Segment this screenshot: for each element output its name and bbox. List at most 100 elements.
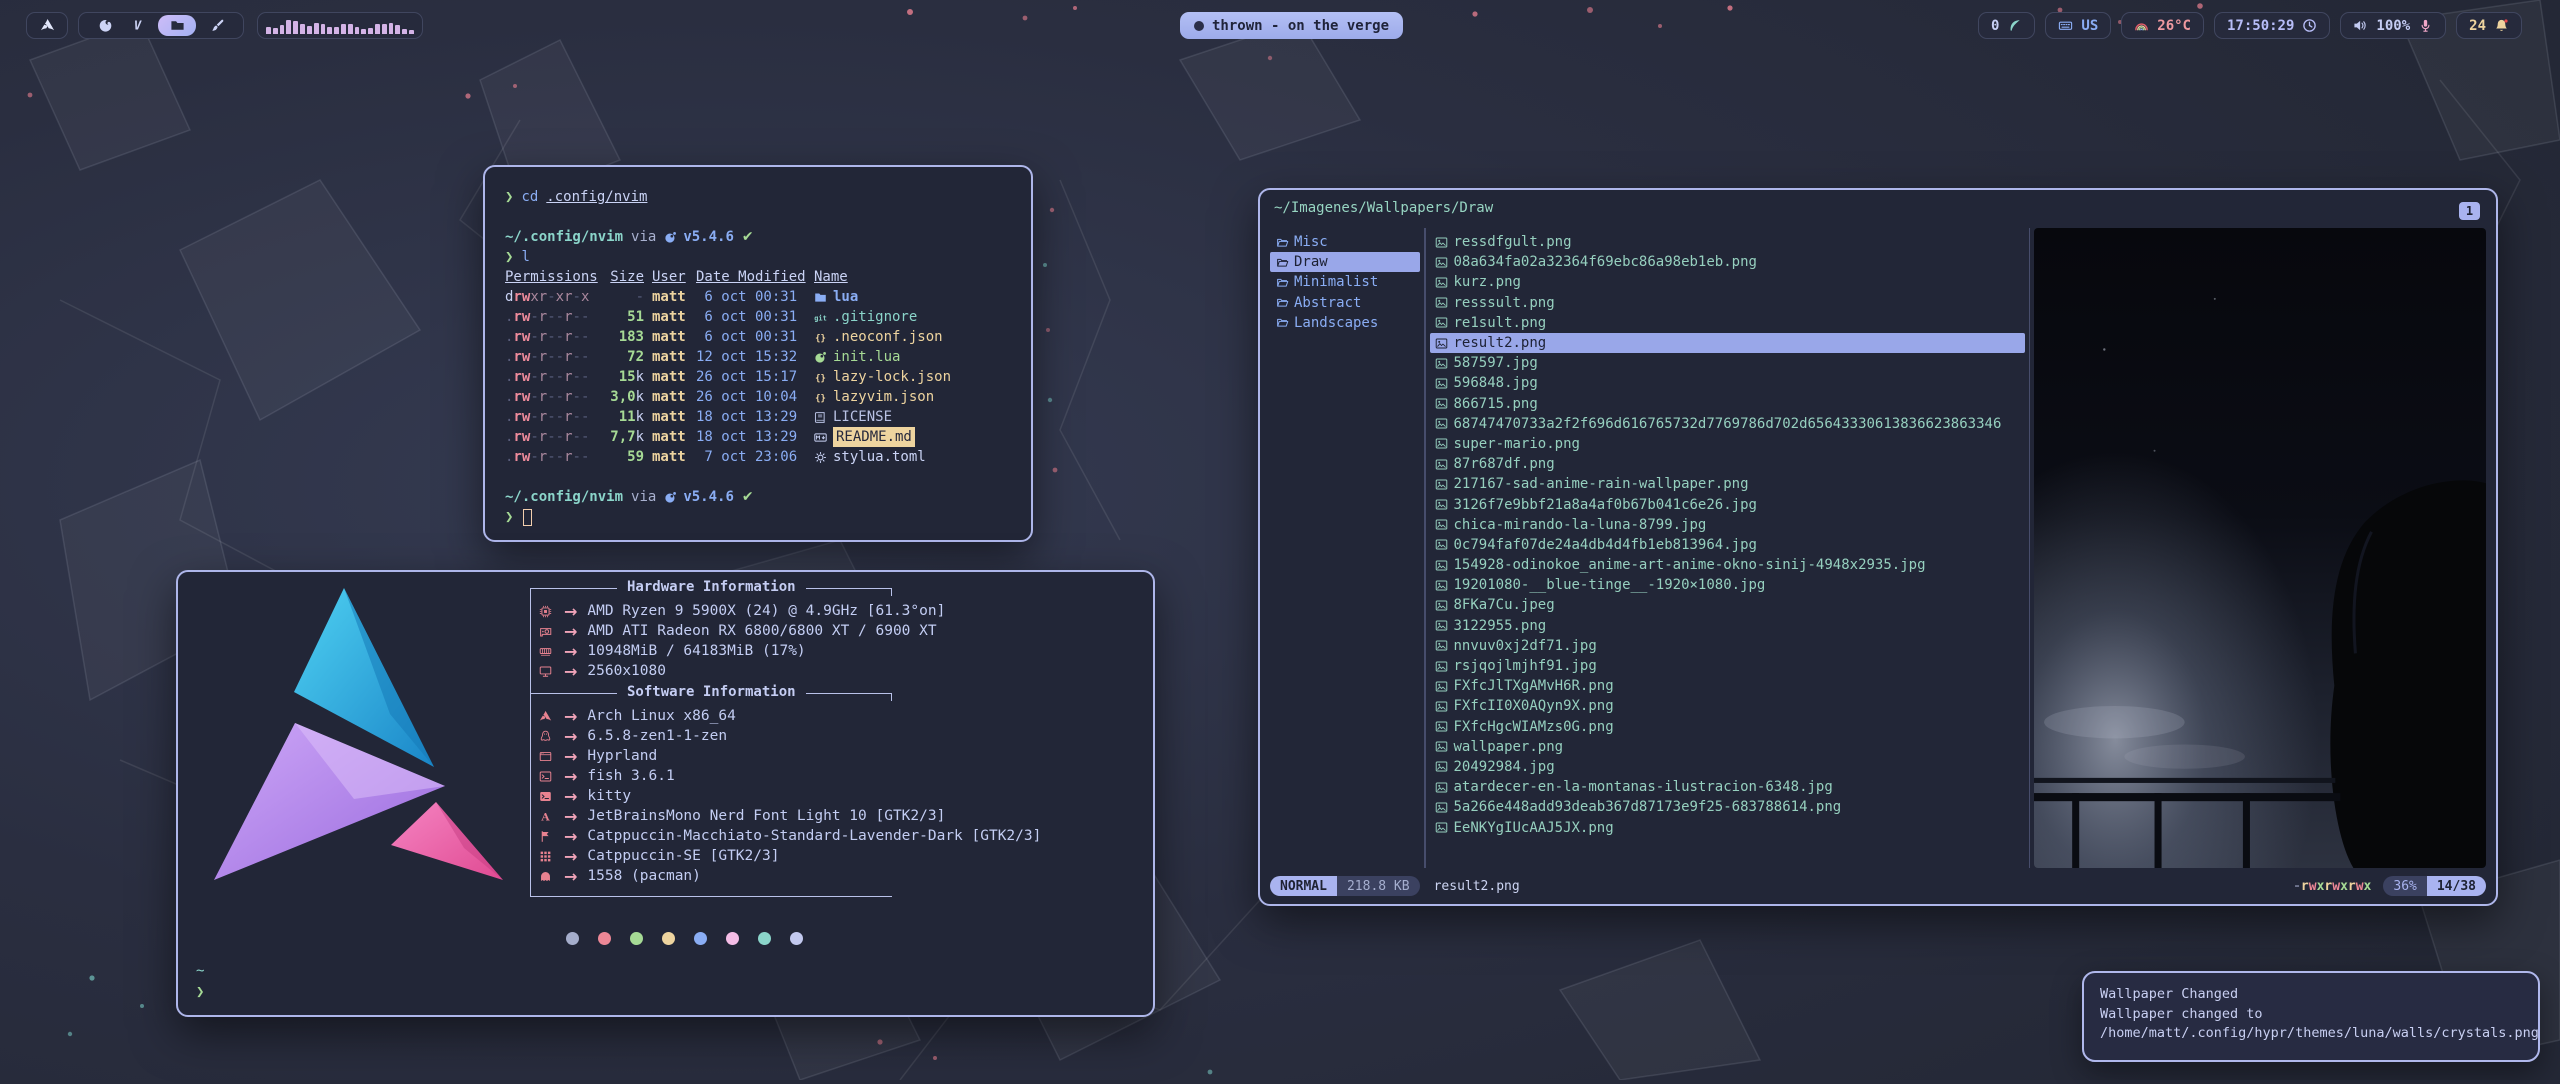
file-list: ressdfgult.png08a634fa02a32364f69ebc86a9… <box>1430 228 2025 868</box>
file-row[interactable]: 866715.png <box>1430 394 2025 414</box>
file-row[interactable]: kurz.png <box>1430 272 2025 292</box>
file-row[interactable]: wallpaper.png <box>1430 737 2025 757</box>
palette-dot <box>758 932 771 945</box>
image-icon <box>1435 801 1448 814</box>
tab-badge[interactable]: 1 <box>2459 202 2480 220</box>
notification-toast[interactable]: Wallpaper Changed Wallpaper changed to /… <box>2082 971 2540 1062</box>
mode-indicator: NORMAL <box>1270 876 1337 896</box>
file-row[interactable]: 217167-sad-anime-rain-wallpaper.png <box>1430 474 2025 494</box>
svg-text:{}: {} <box>815 333 826 343</box>
software-section-title: Software Information <box>617 684 806 700</box>
file-row[interactable]: rsjqojlmjhf91.jpg <box>1430 656 2025 676</box>
file-row[interactable]: 0c794faf07de24a4db4d4fb1eb813964.jpg <box>1430 535 2025 555</box>
listing-row: .rw-r--r--59matt 7 oct 23:06stylua.toml <box>505 447 1011 467</box>
microphone-icon <box>2418 18 2433 33</box>
sidebar-dir-abstract[interactable]: Abstract <box>1270 293 1420 313</box>
file-row[interactable]: result2.png <box>1430 333 2025 353</box>
file-row[interactable]: 19201080-__blue-tinge__-1920×1080.jpg <box>1430 575 2025 595</box>
fetch-info-row: →Catppuccin-Macchiato-Standard-Lavender-… <box>531 826 892 846</box>
workspace-brush[interactable] <box>206 15 228 37</box>
app-launcher-button[interactable] <box>26 12 68 39</box>
workspace-firefox[interactable] <box>94 15 116 37</box>
terminal-prompt[interactable]: ❯ <box>505 507 1011 527</box>
fetch-info-row: →1558 (pacman) <box>531 866 892 886</box>
gear-icon <box>814 451 827 464</box>
active-window-title[interactable]: thrown - on the verge <box>1180 12 1403 39</box>
listing-row: .rw-r--r--15kmatt26 oct 15:17{}lazy-lock… <box>505 367 1011 387</box>
svg-text:{}: {} <box>815 393 826 403</box>
keyboard-module[interactable]: US <box>2045 12 2111 39</box>
arrow-icon: → <box>564 847 577 866</box>
keyboard-value: US <box>2081 18 2098 34</box>
file-row[interactable]: re1sult.png <box>1430 313 2025 333</box>
notifications-module[interactable]: 24 <box>2456 12 2522 39</box>
listing-row: drwxr-xr-x-matt 6 oct 00:31lua <box>505 287 1011 307</box>
weather-value: 26°C <box>2157 18 2191 34</box>
visualizer-bar <box>348 24 353 34</box>
arrow-icon: → <box>564 707 577 726</box>
breadcrumb-path: ~/Imagenes/Wallpapers/Draw <box>1274 200 1493 216</box>
terminal-window[interactable]: ❯cd.config/nvim ~/.config/nvimviav5.4.6✔… <box>483 165 1033 542</box>
image-icon <box>1435 357 1448 370</box>
file-row[interactable]: resssult.png <box>1430 293 2025 313</box>
file-row[interactable]: 154928-odinokoe_anime-art-anime-okno-sin… <box>1430 555 2025 575</box>
tux-icon <box>539 730 552 743</box>
visualizer-bar <box>286 20 291 34</box>
file-row[interactable]: 68747470733a2f2f696d616765732d7769786d70… <box>1430 414 2025 434</box>
visualizer-bar <box>334 27 339 34</box>
system-fetch-window[interactable]: Hardware Information →AMD Ryzen 9 5900X … <box>176 570 1155 1017</box>
fetch-shell-prompt[interactable]: ~ ❯ <box>196 961 204 1003</box>
file-row[interactable]: 596848.jpg <box>1430 373 2025 393</box>
file-row[interactable]: FXfcII0X0AQyn9X.png <box>1430 696 2025 716</box>
sidebar-dir-misc[interactable]: Misc <box>1270 232 1420 252</box>
image-icon <box>1435 760 1448 773</box>
file-row[interactable]: atardecer-en-la-montanas-ilustracion-634… <box>1430 777 2025 797</box>
json-icon: {} <box>814 371 827 384</box>
arrow-icon: → <box>564 747 577 766</box>
image-icon <box>1435 700 1448 713</box>
file-row[interactable]: ressdfgult.png <box>1430 232 2025 252</box>
image-icon <box>1435 458 1448 471</box>
palette-dot <box>630 932 643 945</box>
file-manager-window[interactable]: ~/Imagenes/Wallpapers/Draw 1 MiscDrawMin… <box>1258 188 2498 906</box>
file-row[interactable]: super-mario.png <box>1430 434 2025 454</box>
workspace-vim[interactable]: V <box>126 15 148 37</box>
file-row[interactable]: 87r687df.png <box>1430 454 2025 474</box>
updates-module[interactable]: 0 <box>1978 12 2035 39</box>
cpu-icon <box>539 605 552 618</box>
workspace-folder[interactable] <box>158 15 196 36</box>
image-icon <box>1435 337 1448 350</box>
file-row[interactable]: 3122955.png <box>1430 616 2025 636</box>
clock-module[interactable]: 17:50:29 <box>2214 12 2330 39</box>
file-row[interactable]: 3126f7e9bbf21a8a4af0b67b041c6e26.jpg <box>1430 494 2025 514</box>
volume-module[interactable]: 100% <box>2340 12 2446 39</box>
file-row[interactable]: 20492984.jpg <box>1430 757 2025 777</box>
notification-title: Wallpaper Changed <box>2100 985 2522 1005</box>
gpu-icon <box>539 625 552 638</box>
file-row[interactable]: 8FKa7Cu.jpeg <box>1430 595 2025 615</box>
file-row[interactable]: EeNKYgIUcAAJ5JX.png <box>1430 817 2025 837</box>
sidebar-dir-minimalist[interactable]: Minimalist <box>1270 272 1420 292</box>
palette-dot <box>566 932 579 945</box>
palette-dot <box>790 932 803 945</box>
fetch-info-row: →fish 3.6.1 <box>531 766 892 786</box>
palette-dot <box>726 932 739 945</box>
arrow-icon: → <box>564 727 577 746</box>
file-row[interactable]: nnvuv0xj2df71.jpg <box>1430 636 2025 656</box>
list-position: 14/38 <box>2427 876 2486 896</box>
weather-module[interactable]: 26°C <box>2121 12 2204 39</box>
terminal-command-line: ❯l <box>505 247 1011 267</box>
arrow-icon: → <box>564 787 577 806</box>
file-row[interactable]: 5a266e448add93deab367d87173e9f25-6837886… <box>1430 797 2025 817</box>
file-row[interactable]: chica-mirando-la-luna-8799.jpg <box>1430 515 2025 535</box>
lua-icon <box>664 491 677 504</box>
image-icon <box>1435 619 1448 632</box>
visualizer-bar <box>266 27 271 34</box>
file-row[interactable]: 08a634fa02a32364f69ebc86a98eb1eb.png <box>1430 252 2025 272</box>
sidebar-dir-draw[interactable]: Draw <box>1270 252 1420 272</box>
file-row[interactable]: FXfcJlTXgAMvH6R.png <box>1430 676 2025 696</box>
file-row[interactable]: 587597.jpg <box>1430 353 2025 373</box>
file-row[interactable]: FXfcHgcWIAMzs0G.png <box>1430 717 2025 737</box>
sidebar-dir-landscapes[interactable]: Landscapes <box>1270 313 1420 333</box>
speaker-icon <box>2353 18 2368 33</box>
